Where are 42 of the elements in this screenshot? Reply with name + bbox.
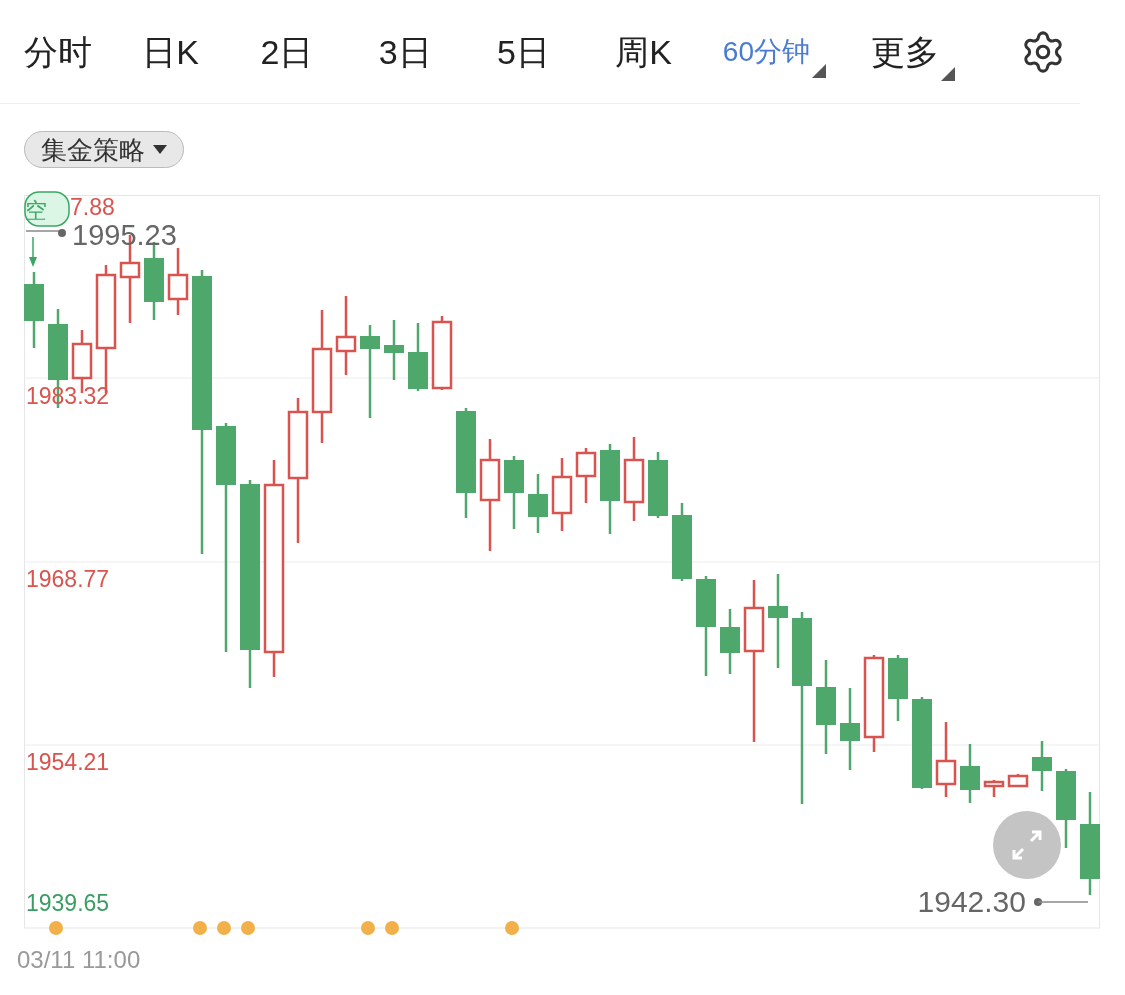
dropdown-corner-icon	[941, 66, 956, 81]
candlestick	[384, 320, 404, 380]
event-dot[interactable]	[49, 921, 63, 935]
candlestick	[1007, 774, 1029, 788]
leader-line	[25, 229, 66, 237]
strategy-dropdown[interactable]: 集金策略	[24, 131, 184, 168]
event-dot[interactable]	[241, 921, 255, 935]
caret-icon	[153, 145, 167, 154]
event-dot[interactable]	[193, 921, 207, 935]
candlestick	[1032, 741, 1052, 791]
axis-label: 1954.21	[26, 749, 110, 775]
period-tab[interactable]: 60分钟	[722, 37, 826, 78]
period-tab[interactable]: 3日	[378, 34, 432, 69]
high-price-label: 1995.23	[72, 219, 177, 251]
candlestick	[888, 655, 908, 721]
down-arrow-icon	[29, 236, 37, 267]
expand-icon	[1010, 828, 1044, 862]
candlestick	[983, 780, 1005, 797]
event-dot[interactable]	[385, 921, 399, 935]
axis-label: 1939.65	[26, 890, 110, 916]
time-label: 03/11 11:00	[16, 945, 142, 972]
period-tab[interactable]: 更多	[871, 34, 956, 81]
candlestick	[167, 248, 189, 315]
period-tab[interactable]: 2日	[260, 34, 314, 69]
candlestick	[720, 609, 740, 674]
axis-label: 1968.77	[26, 566, 110, 592]
event-dot[interactable]	[361, 921, 375, 935]
event-dot[interactable]	[217, 921, 231, 935]
period-tab[interactable]: 日K	[142, 34, 199, 69]
period-tab[interactable]: 5日	[497, 34, 550, 69]
candlestick	[575, 448, 597, 503]
period-tab[interactable]: 周K	[615, 34, 672, 69]
candlestick	[408, 323, 428, 391]
dropdown-corner-icon	[812, 63, 826, 78]
candlestick	[960, 744, 980, 803]
candlestick	[528, 474, 548, 533]
event-dot[interactable]	[505, 921, 519, 935]
axis-label: 7.88	[70, 194, 115, 220]
low-price-label: 1942.30	[917, 885, 1026, 918]
leader-line	[1034, 898, 1089, 906]
period-tab[interactable]: 分时	[24, 34, 92, 69]
candlestick	[648, 452, 668, 518]
